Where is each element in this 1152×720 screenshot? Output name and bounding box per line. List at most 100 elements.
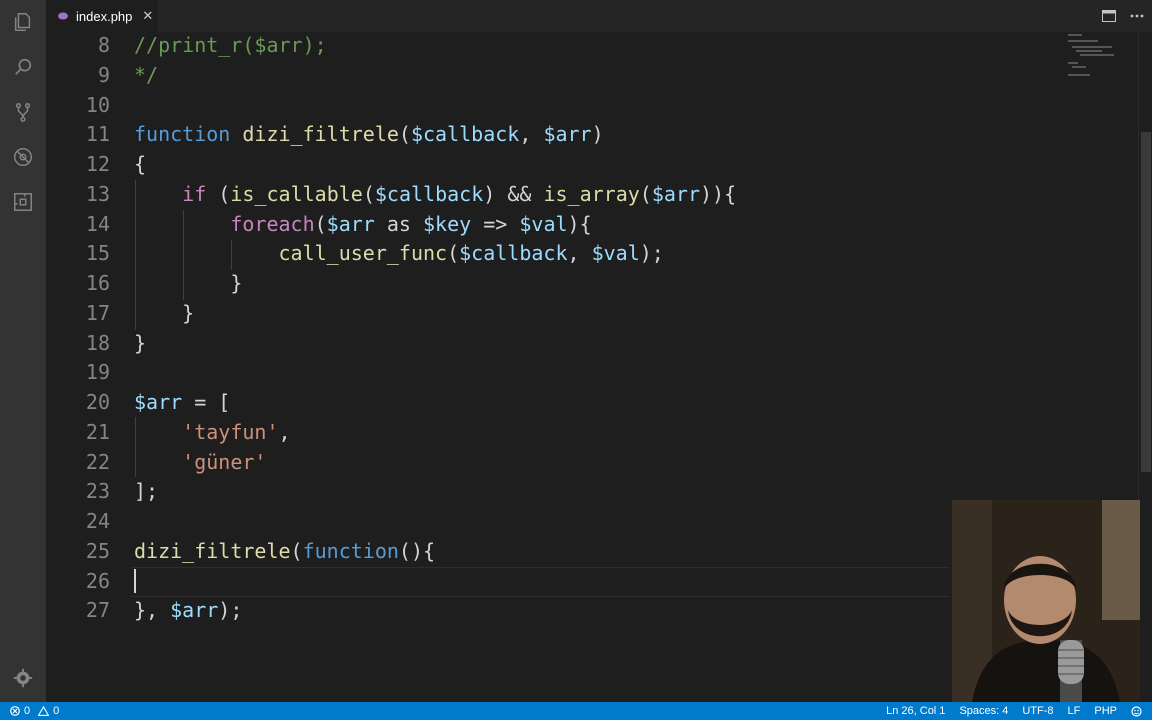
code-text: } [134, 298, 194, 328]
code-line[interactable]: 21 'tayfun', [46, 417, 1138, 447]
code-token: ) && [483, 181, 544, 206]
vertical-scrollbar[interactable] [1138, 32, 1152, 702]
problems-indicator[interactable]: 0 0 [10, 702, 59, 720]
code-token: $key [423, 211, 472, 236]
line-number: 16 [85, 271, 110, 295]
code-text: foreach($arr as $key => $val){ [134, 209, 592, 239]
webcam-overlay-image [952, 500, 1140, 702]
code-token: as [374, 211, 424, 236]
code-line[interactable]: 8 //print_r($arr); [46, 32, 1138, 60]
indentation-setting[interactable]: Spaces: 4 [959, 705, 1008, 717]
error-icon [10, 706, 20, 716]
code-token: ( [447, 241, 460, 266]
code-line[interactable]: 15 call_user_func($callback, $val); [46, 238, 1138, 268]
code-line[interactable]: 18} [46, 328, 1138, 358]
code-line[interactable]: 13 if (is_callable($callback) && is_arra… [46, 179, 1138, 209]
line-number: 25 [85, 538, 110, 563]
code-line[interactable]: 12 { [46, 149, 1138, 179]
settings-gear-icon[interactable] [0, 658, 46, 698]
encoding-setting[interactable]: UTF-8 [1022, 705, 1053, 717]
line-number: 17 [85, 300, 110, 325]
code-token: $arr [134, 390, 183, 414]
code-line[interactable]: 22 'güner' [46, 447, 1138, 477]
line-number: 8 [97, 33, 110, 57]
explorer-icon[interactable] [0, 2, 46, 42]
code-token: (){ [398, 538, 436, 563]
code-line[interactable]: 19 [46, 357, 1138, 387]
code-token: $arr [326, 211, 375, 236]
code-token: dizi_filtrele [134, 538, 291, 563]
code-line[interactable]: 10 [46, 90, 1138, 120]
code-token: function [134, 122, 231, 147]
line-number: 23 [85, 479, 110, 504]
tab-index-php[interactable]: index.php ✕ [46, 0, 158, 32]
code-text: if (is_callable($callback) && is_array($… [134, 179, 736, 209]
code-token: } [134, 300, 195, 325]
code-text: } [134, 268, 242, 298]
split-editor-icon[interactable] [1102, 10, 1116, 22]
code-text: 'güner' [134, 447, 266, 477]
code-text: call_user_func($callback, $val); [134, 238, 664, 268]
code-token: foreach [230, 211, 315, 236]
code-token: ){ [567, 211, 592, 236]
code-token: , [278, 419, 291, 444]
code-text: $arr = [ [134, 387, 230, 417]
code-token: , [567, 241, 592, 266]
code-token: ); [218, 598, 243, 623]
code-token: */ [134, 62, 159, 87]
code-token: ( [398, 122, 411, 147]
search-icon[interactable] [0, 47, 46, 87]
line-number: 11 [85, 122, 110, 147]
line-number: 10 [85, 92, 110, 117]
code-token: ) [591, 122, 604, 147]
line-number: 27 [85, 598, 110, 623]
code-token: //print_r($arr); [134, 33, 327, 57]
line-number: 9 [97, 62, 110, 87]
language-mode[interactable]: PHP [1094, 705, 1117, 717]
eol-setting[interactable]: LF [1068, 705, 1081, 717]
activity-bar [0, 0, 46, 702]
code-token: { [134, 152, 147, 176]
line-number: 19 [85, 360, 110, 385]
code-token: }, [134, 598, 171, 623]
code-line[interactable]: 16 } [46, 268, 1138, 298]
code-token: $val [519, 211, 568, 236]
extensions-icon[interactable] [0, 182, 46, 222]
code-line[interactable]: 14 foreach($arr as $key => $val){ [46, 209, 1138, 239]
more-actions-icon[interactable] [1130, 14, 1144, 18]
line-number: 13 [85, 181, 110, 206]
close-icon[interactable]: ✕ [142, 8, 153, 24]
code-text: { [134, 149, 146, 179]
feedback-icon[interactable] [1131, 705, 1142, 717]
code-token: )){ [700, 181, 737, 206]
scrollbar-thumb[interactable] [1141, 132, 1151, 472]
code-token: ( [314, 211, 327, 236]
code-token: => [471, 211, 520, 236]
code-line[interactable]: 17 } [46, 298, 1138, 328]
error-count: 0 [24, 705, 31, 717]
code-token: ); [639, 241, 664, 266]
code-token: $callback [459, 241, 568, 266]
code-token: function [302, 538, 399, 563]
minimap[interactable] [1068, 32, 1128, 92]
code-text: } [134, 328, 146, 358]
line-number: 18 [85, 330, 110, 355]
code-line[interactable]: 11 function dizi_filtrele($callback, $arr… [46, 119, 1138, 149]
code-line[interactable]: 9 */ [46, 60, 1138, 90]
cursor-position[interactable]: Ln 26, Col 1 [886, 705, 945, 717]
line-number: 12 [85, 152, 110, 176]
code-line[interactable]: 20 $arr = [ [46, 387, 1138, 417]
code-token: , [519, 122, 544, 147]
debug-icon[interactable] [0, 137, 46, 177]
code-token: ( [290, 538, 303, 563]
source-control-icon[interactable] [0, 92, 46, 132]
line-number: 22 [85, 449, 110, 474]
php-file-icon [58, 12, 68, 20]
code-token: 'tayfun' [182, 419, 279, 444]
code-token: $arr [543, 122, 592, 147]
code-token: = [ [182, 390, 231, 414]
